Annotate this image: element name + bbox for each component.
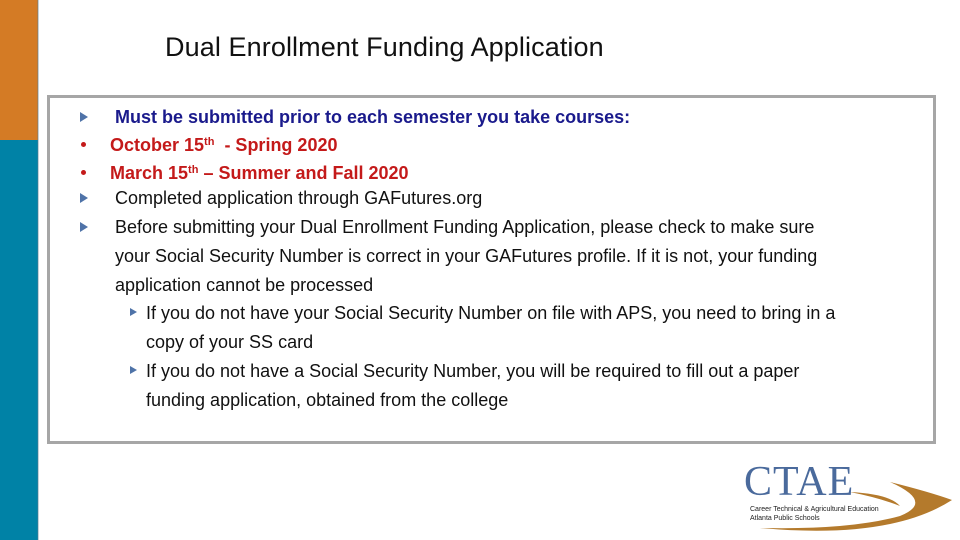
logo-district: Atlanta Public Schools — [750, 515, 820, 522]
bullet-ssn-check-line-3: application cannot be processed — [115, 275, 374, 295]
bullet-heading: Must be submitted prior to each semester… — [115, 107, 631, 127]
sidebar-edge — [37, 0, 39, 540]
sub-bullet-paper-line-2: funding application, obtained from the c… — [146, 390, 509, 410]
ordinal-suffix: th — [188, 164, 199, 176]
triangle-bullet-icon — [80, 222, 88, 232]
bullet-date-march: March 15th – Summer and Fall 2020 — [110, 163, 409, 183]
sub-bullet-paper-line-1: If you do not have a Social Security Num… — [146, 361, 800, 381]
bullet-gafutures: Completed application through GAFutures.… — [115, 188, 483, 208]
sub-bullet-aps-line-1: If you do not have your Social Security … — [146, 303, 836, 323]
ordinal-suffix: th — [204, 136, 215, 148]
term-text: - Spring 2020 — [214, 135, 338, 155]
logo-subtitle: Career Technical & Agricultural Educatio… — [750, 506, 879, 513]
logo-wordmark: CTAE — [744, 459, 855, 505]
date-text: March 15 — [110, 163, 189, 183]
bullet-ssn-check-line-2: your Social Security Number is correct i… — [115, 246, 818, 266]
ctae-logo: CTAE Career Technical & Agricultural Edu… — [740, 459, 955, 534]
bullet-ssn-check-line-1: Before submitting your Dual Enrollment F… — [115, 217, 815, 237]
triangle-bullet-icon — [80, 112, 88, 122]
date-text: October 15 — [110, 135, 205, 155]
dot-bullet-icon — [81, 142, 86, 147]
triangle-bullet-icon — [130, 366, 137, 374]
triangle-bullet-icon — [130, 308, 137, 316]
dot-bullet-icon — [81, 170, 86, 175]
triangle-bullet-icon — [80, 193, 88, 203]
sidebar-accent-teal — [0, 140, 38, 540]
bullet-date-october: October 15th - Spring 2020 — [110, 135, 337, 155]
slide-title: Dual Enrollment Funding Application — [165, 32, 604, 62]
sub-bullet-aps-line-2: copy of your SS card — [146, 332, 314, 352]
sidebar-accent-orange — [0, 0, 38, 140]
term-text: – Summer and Fall 2020 — [198, 163, 409, 183]
